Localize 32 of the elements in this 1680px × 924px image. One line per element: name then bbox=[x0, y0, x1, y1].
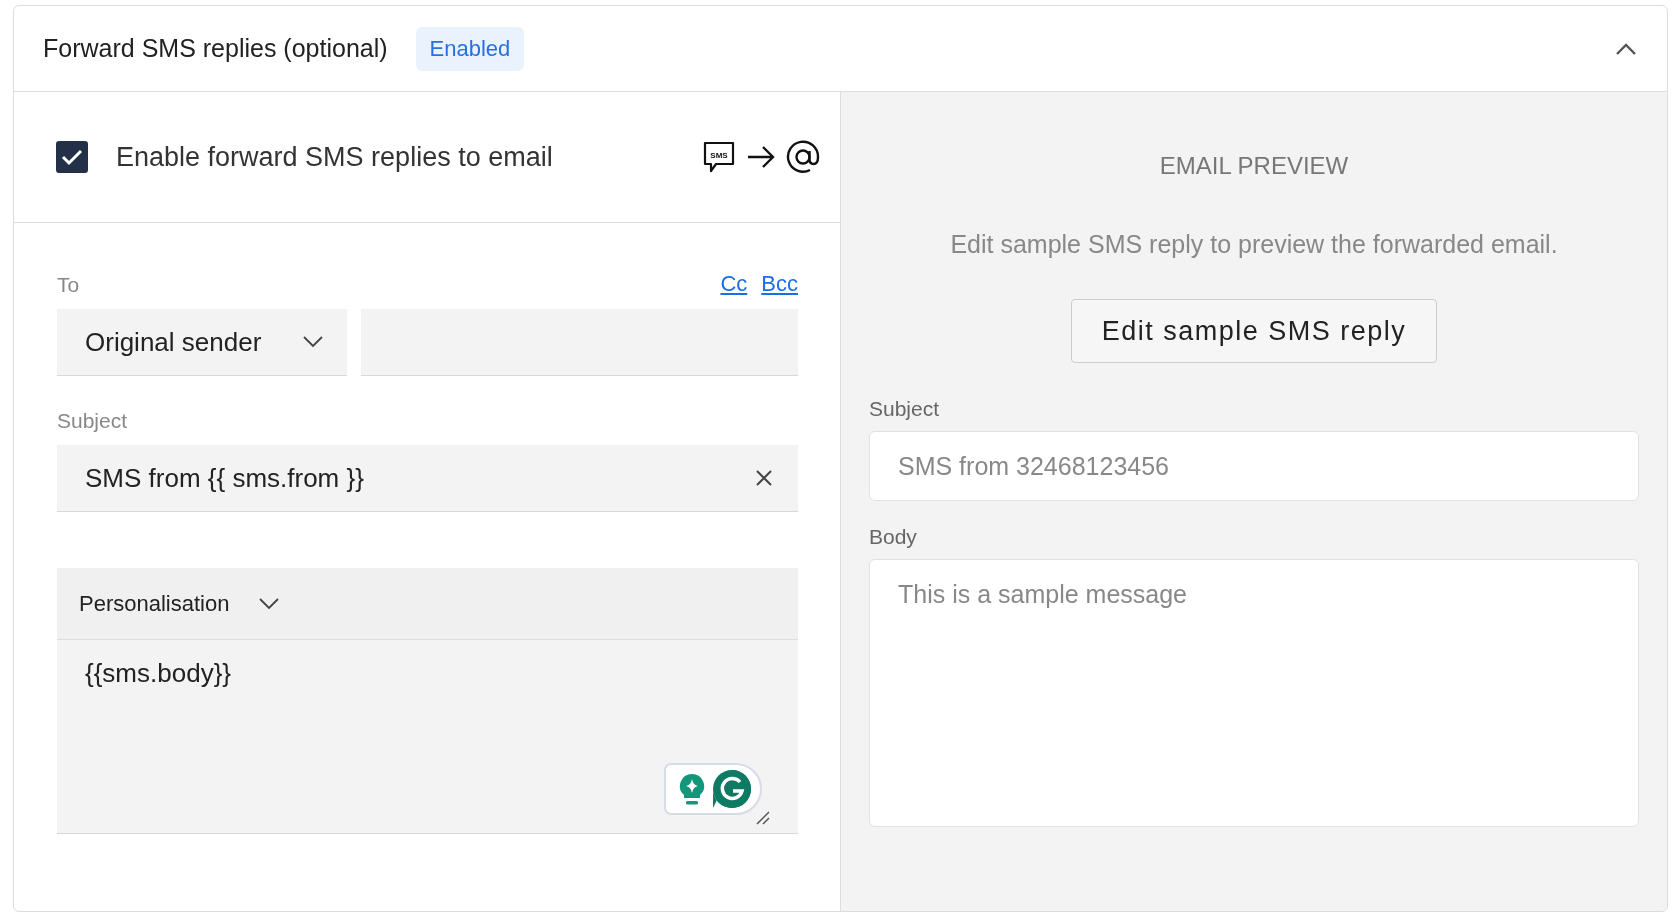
enable-checkbox[interactable] bbox=[56, 141, 88, 173]
subject-label: Subject bbox=[57, 409, 129, 433]
edit-sample-button[interactable]: Edit sample SMS reply bbox=[1071, 299, 1437, 363]
preview-hint: Edit sample SMS reply to preview the forwarded email. bbox=[950, 230, 1558, 259]
enable-label: Enable forward SMS replies to email bbox=[116, 141, 553, 173]
preview-body-label: Body bbox=[869, 525, 917, 549]
body-textarea[interactable]: {{sms.body}} bbox=[57, 640, 798, 834]
personalisation-dropdown[interactable]: Personalisation bbox=[57, 568, 798, 640]
panel-title: Forward SMS replies (optional) bbox=[43, 34, 388, 63]
preview-subject-field: SMS from 32468123456 bbox=[869, 431, 1639, 501]
at-sign-icon bbox=[786, 140, 820, 174]
recipient-field[interactable] bbox=[361, 309, 798, 376]
clear-icon[interactable] bbox=[755, 469, 773, 487]
preview-heading: EMAIL PREVIEW bbox=[1159, 152, 1349, 180]
lightbulb-icon bbox=[678, 772, 706, 806]
preview-body-field: This is a sample message bbox=[869, 559, 1639, 827]
arrow-right-icon bbox=[746, 145, 776, 169]
chevron-down-icon bbox=[259, 597, 280, 610]
checkmark-icon bbox=[61, 148, 83, 166]
subject-field[interactable]: SMS from {{ sms.from }} bbox=[57, 445, 798, 512]
g-logo-icon bbox=[712, 769, 752, 809]
recipient-link[interactable]: Cc bbox=[720, 271, 748, 297]
sms-bubble-icon: SMS bbox=[702, 140, 736, 174]
chevron-icon[interactable] bbox=[1615, 41, 1637, 56]
sender-select[interactable]: Original sender bbox=[57, 309, 347, 376]
writing-assistant-widget[interactable] bbox=[664, 763, 762, 815]
to-label: To bbox=[57, 273, 80, 297]
resize-grip-icon[interactable] bbox=[756, 811, 770, 825]
recipient-link[interactable]: Bcc bbox=[761, 271, 798, 297]
chevron-down-icon bbox=[303, 336, 323, 348]
preview-subject-label: Subject bbox=[869, 397, 940, 421]
status-badge: Enabled bbox=[415, 26, 525, 71]
